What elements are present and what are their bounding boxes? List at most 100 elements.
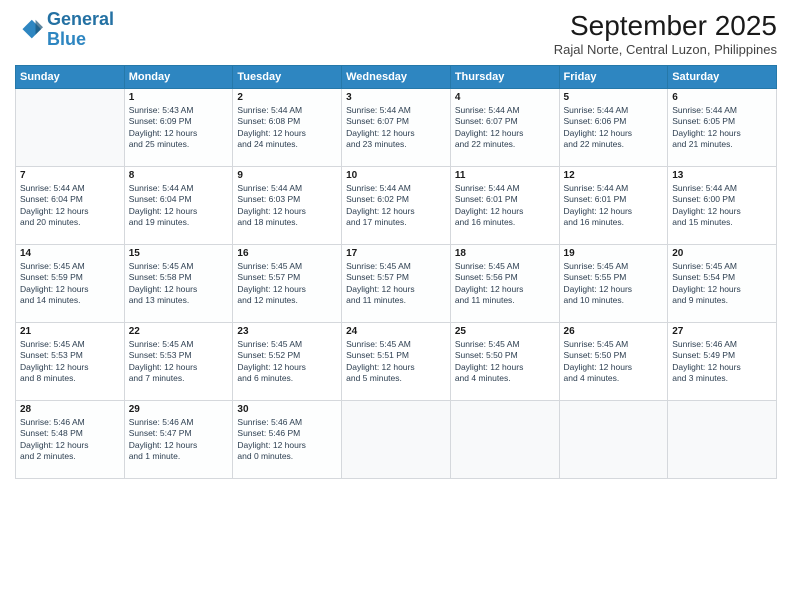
day-info: Sunrise: 5:45 AM Sunset: 5:55 PM Dayligh… (564, 261, 664, 307)
day-number: 22 (129, 326, 229, 337)
day-cell: 10 Sunrise: 5:44 AM Sunset: 6:02 PM Dayli… (342, 167, 451, 245)
day-info: Sunrise: 5:45 AM Sunset: 5:50 PM Dayligh… (455, 339, 555, 385)
day-info: Sunrise: 5:44 AM Sunset: 6:04 PM Dayligh… (20, 183, 120, 229)
week-row-4: 21Sunrise: 5:45 AM Sunset: 5:53 PM Dayli… (16, 323, 777, 401)
day-cell: 11 Sunrise: 5:44 AM Sunset: 6:01 PM Dayli… (450, 167, 559, 245)
day-info: Sunrise: 5:44 AM Sunset: 6:02 PM Dayligh… (346, 183, 446, 229)
day-cell: 22Sunrise: 5:45 AM Sunset: 5:53 PM Dayli… (124, 323, 233, 401)
day-info: Sunrise: 5:44 AM Sunset: 6:07 PM Dayligh… (346, 105, 446, 151)
day-number: 3 (346, 92, 446, 103)
day-info: Sunrise: 5:45 AM Sunset: 5:54 PM Dayligh… (672, 261, 772, 307)
day-cell: 9 Sunrise: 5:44 AM Sunset: 6:03 PM Daylig… (233, 167, 342, 245)
day-info: Sunrise: 5:46 AM Sunset: 5:49 PM Dayligh… (672, 339, 772, 385)
day-cell: 23 Sunrise: 5:45 AM Sunset: 5:52 PM Dayli… (233, 323, 342, 401)
day-number: 17 (346, 248, 446, 259)
day-number: 14 (20, 248, 120, 259)
day-number: 28 (20, 404, 120, 415)
day-cell: 20 Sunrise: 5:45 AM Sunset: 5:54 PM Dayli… (668, 245, 777, 323)
day-cell: 3 Sunrise: 5:44 AM Sunset: 6:07 PM Daylig… (342, 89, 451, 167)
day-cell: 26 Sunrise: 5:45 AM Sunset: 5:50 PM Dayli… (559, 323, 668, 401)
day-info: Sunrise: 5:45 AM Sunset: 5:57 PM Dayligh… (346, 261, 446, 307)
day-cell: 14 Sunrise: 5:45 AM Sunset: 5:59 PM Dayli… (16, 245, 125, 323)
day-cell: 28 Sunrise: 5:46 AM Sunset: 5:48 PM Dayli… (16, 401, 125, 479)
day-number: 9 (237, 170, 337, 181)
day-info: Sunrise: 5:44 AM Sunset: 6:05 PM Dayligh… (672, 105, 772, 151)
day-number: 29 (129, 404, 229, 415)
day-number: 8 (129, 170, 229, 181)
day-info: Sunrise: 5:44 AM Sunset: 6:03 PM Dayligh… (237, 183, 337, 229)
day-number: 13 (672, 170, 772, 181)
day-number: 5 (564, 92, 664, 103)
day-number: 16 (237, 248, 337, 259)
day-cell: 17 Sunrise: 5:45 AM Sunset: 5:57 PM Dayli… (342, 245, 451, 323)
logo-text-general: General (47, 10, 114, 30)
day-cell: 25 Sunrise: 5:45 AM Sunset: 5:50 PM Dayli… (450, 323, 559, 401)
day-number: 2 (237, 92, 337, 103)
day-cell: 15 Sunrise: 5:45 AM Sunset: 5:58 PM Dayli… (124, 245, 233, 323)
day-number: 30 (237, 404, 337, 415)
day-cell: 5 Sunrise: 5:44 AM Sunset: 6:06 PM Daylig… (559, 89, 668, 167)
day-cell: 4Sunrise: 5:44 AM Sunset: 6:07 PM Daylig… (450, 89, 559, 167)
col-monday: Monday (124, 66, 233, 89)
day-cell (668, 401, 777, 479)
month-title: September 2025 (554, 10, 777, 42)
logo-icon (15, 16, 43, 44)
day-cell: 27 Sunrise: 5:46 AM Sunset: 5:49 PM Dayli… (668, 323, 777, 401)
logo: General Blue (15, 10, 114, 50)
day-info: Sunrise: 5:44 AM Sunset: 6:08 PM Dayligh… (237, 105, 337, 151)
day-number: 23 (237, 326, 337, 337)
logo-text-blue: Blue (47, 30, 114, 50)
page: General Blue September 2025 Rajal Norte,… (0, 0, 792, 612)
day-cell: 18Sunrise: 5:45 AM Sunset: 5:56 PM Dayli… (450, 245, 559, 323)
day-cell: 24Sunrise: 5:45 AM Sunset: 5:51 PM Dayli… (342, 323, 451, 401)
col-sunday: Sunday (16, 66, 125, 89)
day-number: 7 (20, 170, 120, 181)
day-info: Sunrise: 5:44 AM Sunset: 6:01 PM Dayligh… (455, 183, 555, 229)
day-cell: 7 Sunrise: 5:44 AM Sunset: 6:04 PM Daylig… (16, 167, 125, 245)
day-number: 26 (564, 326, 664, 337)
day-cell: 2 Sunrise: 5:44 AM Sunset: 6:08 PM Daylig… (233, 89, 342, 167)
col-thursday: Thursday (450, 66, 559, 89)
day-info: Sunrise: 5:45 AM Sunset: 5:58 PM Dayligh… (129, 261, 229, 307)
day-number: 19 (564, 248, 664, 259)
day-number: 10 (346, 170, 446, 181)
day-cell: 30 Sunrise: 5:46 AM Sunset: 5:46 PM Dayli… (233, 401, 342, 479)
day-cell (342, 401, 451, 479)
day-cell (559, 401, 668, 479)
day-number: 21 (20, 326, 120, 337)
day-info: Sunrise: 5:43 AM Sunset: 6:09 PM Dayligh… (129, 105, 229, 151)
day-info: Sunrise: 5:45 AM Sunset: 5:51 PM Dayligh… (346, 339, 446, 385)
calendar-table: Sunday Monday Tuesday Wednesday Thursday… (15, 65, 777, 479)
day-number: 11 (455, 170, 555, 181)
day-number: 4 (455, 92, 555, 103)
day-number: 15 (129, 248, 229, 259)
day-number: 25 (455, 326, 555, 337)
day-number: 1 (129, 92, 229, 103)
day-cell: 8Sunrise: 5:44 AM Sunset: 6:04 PM Daylig… (124, 167, 233, 245)
day-cell: 21Sunrise: 5:45 AM Sunset: 5:53 PM Dayli… (16, 323, 125, 401)
day-cell: 13Sunrise: 5:44 AM Sunset: 6:00 PM Dayli… (668, 167, 777, 245)
col-wednesday: Wednesday (342, 66, 451, 89)
day-info: Sunrise: 5:46 AM Sunset: 5:48 PM Dayligh… (20, 417, 120, 463)
day-cell: 12Sunrise: 5:44 AM Sunset: 6:01 PM Dayli… (559, 167, 668, 245)
day-cell: 19 Sunrise: 5:45 AM Sunset: 5:55 PM Dayli… (559, 245, 668, 323)
day-info: Sunrise: 5:45 AM Sunset: 5:56 PM Dayligh… (455, 261, 555, 307)
header-row: Sunday Monday Tuesday Wednesday Thursday… (16, 66, 777, 89)
day-info: Sunrise: 5:46 AM Sunset: 5:46 PM Dayligh… (237, 417, 337, 463)
col-tuesday: Tuesday (233, 66, 342, 89)
day-info: Sunrise: 5:46 AM Sunset: 5:47 PM Dayligh… (129, 417, 229, 463)
day-cell: 16Sunrise: 5:45 AM Sunset: 5:57 PM Dayli… (233, 245, 342, 323)
day-number: 20 (672, 248, 772, 259)
day-info: Sunrise: 5:44 AM Sunset: 6:06 PM Dayligh… (564, 105, 664, 151)
day-info: Sunrise: 5:45 AM Sunset: 5:50 PM Dayligh… (564, 339, 664, 385)
week-row-5: 28 Sunrise: 5:46 AM Sunset: 5:48 PM Dayli… (16, 401, 777, 479)
col-saturday: Saturday (668, 66, 777, 89)
day-info: Sunrise: 5:45 AM Sunset: 5:52 PM Dayligh… (237, 339, 337, 385)
day-number: 27 (672, 326, 772, 337)
day-info: Sunrise: 5:44 AM Sunset: 6:01 PM Dayligh… (564, 183, 664, 229)
header: General Blue September 2025 Rajal Norte,… (15, 10, 777, 57)
week-row-1: 1 Sunrise: 5:43 AM Sunset: 6:09 PM Daylig… (16, 89, 777, 167)
day-info: Sunrise: 5:45 AM Sunset: 5:59 PM Dayligh… (20, 261, 120, 307)
day-cell: 29 Sunrise: 5:46 AM Sunset: 5:47 PM Dayli… (124, 401, 233, 479)
week-row-2: 7 Sunrise: 5:44 AM Sunset: 6:04 PM Daylig… (16, 167, 777, 245)
